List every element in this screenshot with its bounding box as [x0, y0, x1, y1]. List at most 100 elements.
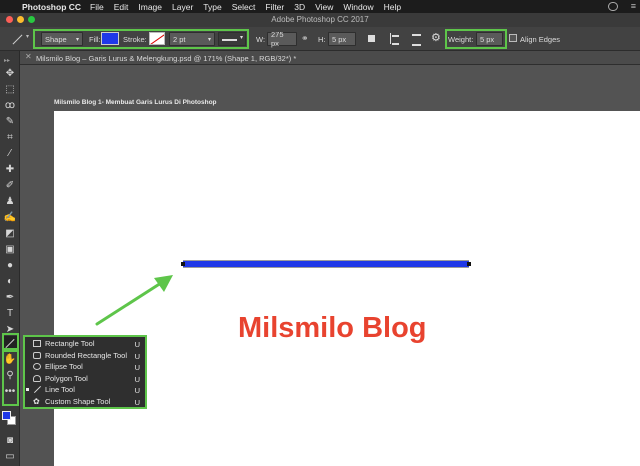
- eraser-icon[interactable]: ◩: [3, 227, 17, 241]
- menu-layer[interactable]: Layer: [172, 2, 193, 12]
- marquee-icon[interactable]: ⬚: [3, 83, 17, 97]
- height-label: H:: [318, 35, 326, 44]
- path-operations-icon[interactable]: [365, 32, 379, 46]
- menu-filter[interactable]: Filter: [265, 2, 284, 12]
- dodge-icon[interactable]: ◐: [3, 275, 17, 289]
- rectangle-icon: [33, 340, 41, 347]
- stroke-line-style-select[interactable]: ▾: [218, 32, 246, 46]
- window-titlebar: Adobe Photoshop CC 2017: [0, 13, 640, 27]
- tool-mode-select[interactable]: Shape ▾: [41, 32, 83, 46]
- quick-select-icon[interactable]: ✎: [3, 115, 17, 129]
- chevron-down-icon[interactable]: ▾: [26, 33, 29, 40]
- document-tab[interactable]: ✕ Milsmilo Blog – Garis Lurus & Melengku…: [20, 51, 640, 65]
- link-icon[interactable]: ⚭: [301, 33, 313, 43]
- menu-type[interactable]: Type: [203, 2, 221, 12]
- crop-icon[interactable]: ⌗: [3, 131, 17, 145]
- flyout-item-custom-shape[interactable]: ✿ Custom Shape Tool U: [25, 396, 145, 408]
- flyout-item-ellipse[interactable]: Ellipse Tool U: [25, 361, 145, 373]
- line-tool-preset-icon[interactable]: [10, 32, 24, 46]
- path-alignment-icon[interactable]: [388, 32, 402, 46]
- lasso-icon[interactable]: ꝏ: [3, 99, 17, 113]
- menu-file[interactable]: File: [90, 2, 104, 12]
- blue-line-shape[interactable]: [183, 261, 469, 267]
- canvas-heading: Milsmilo Blog: [238, 312, 427, 344]
- pen-icon[interactable]: ✒: [3, 291, 17, 305]
- shape-tools-flyout: Rectangle Tool U Rounded Rectangle Tool …: [23, 335, 147, 409]
- flyout-item-polygon[interactable]: Polygon Tool U: [25, 373, 145, 385]
- highlight-box-tools-column: [2, 350, 19, 406]
- shortcut-key: U: [134, 351, 140, 361]
- polygon-icon: [33, 374, 41, 382]
- blur-icon[interactable]: ●: [3, 259, 17, 273]
- width-input[interactable]: 275 px: [267, 30, 297, 48]
- chevron-down-icon: ▾: [207, 36, 211, 43]
- custom-shape-icon: ✿: [33, 396, 40, 406]
- highlight-box-line-tool: [2, 333, 19, 350]
- height-input[interactable]: 5 px: [328, 32, 356, 46]
- weight-value: 5 px: [480, 34, 495, 44]
- window-title: Adobe Photoshop CC 2017: [271, 15, 369, 24]
- shortcut-key: U: [134, 340, 140, 349]
- fill-label: Fill:: [89, 35, 101, 44]
- shortcut-key: U: [134, 374, 140, 384]
- collapse-panel-icon[interactable]: ▸▸: [4, 57, 10, 64]
- menu-window[interactable]: Window: [343, 2, 373, 12]
- height-value: 5 px: [332, 34, 347, 44]
- document-title: Milsmilo Blog – Garis Lurus & Melengkung…: [36, 54, 297, 63]
- flyout-item-rectangle[interactable]: Rectangle Tool U: [25, 338, 145, 350]
- menu-view[interactable]: View: [315, 2, 333, 12]
- eyedropper-icon[interactable]: ⁄: [3, 147, 17, 161]
- anchor-point-left[interactable]: [181, 262, 185, 266]
- chevron-down-icon: ▾: [75, 36, 79, 43]
- healing-brush-icon[interactable]: ✚: [3, 163, 17, 177]
- gear-icon[interactable]: ⚙: [431, 31, 441, 44]
- anchor-point-right[interactable]: [467, 262, 471, 266]
- flyout-item-label: Polygon Tool: [45, 373, 88, 383]
- menu-3d[interactable]: 3D: [294, 2, 305, 12]
- quick-mask-icon[interactable]: ◙: [3, 434, 17, 448]
- width-value: 275 px: [271, 30, 284, 48]
- rounded-rectangle-icon: [33, 351, 41, 359]
- width-label: W:: [256, 35, 266, 44]
- shortcut-key: U: [134, 397, 140, 407]
- close-icon[interactable]: ✕: [25, 52, 32, 61]
- canvas-caption: Milsmilo Blog 1- Membuat Garis Lurus Di …: [54, 99, 217, 106]
- options-bar: ▾ Shape ▾ Fill: Stroke: 2 pt ▾ ▾ W: 275 …: [0, 27, 640, 51]
- flyout-item-rounded-rectangle[interactable]: Rounded Rectangle Tool U: [25, 350, 145, 362]
- stroke-label: Stroke:: [123, 35, 147, 44]
- tool-mode-value: Shape: [45, 34, 67, 44]
- stroke-width-field[interactable]: 2 pt ▾: [169, 32, 215, 46]
- type-icon[interactable]: T: [3, 307, 17, 321]
- creative-cloud-icon[interactable]: [608, 2, 618, 11]
- move-icon[interactable]: ✥: [3, 67, 17, 81]
- flyout-item-label: Custom Shape Tool: [45, 396, 111, 406]
- clone-stamp-icon[interactable]: ♟: [3, 195, 17, 209]
- canvas-artwork: [181, 260, 471, 268]
- flyout-item-label: Rectangle Tool: [45, 339, 95, 349]
- stroke-width-value: 2 pt: [173, 34, 186, 44]
- menu-select[interactable]: Select: [232, 2, 256, 12]
- path-arrangement-icon[interactable]: [410, 32, 424, 46]
- weight-input[interactable]: 5 px: [476, 32, 503, 46]
- app-menu[interactable]: Photoshop CC: [22, 2, 81, 12]
- align-edges-label: Align Edges: [520, 35, 561, 44]
- menu-help[interactable]: Help: [384, 2, 401, 12]
- chevron-down-icon: ▾: [239, 35, 243, 41]
- flyout-item-label: Rounded Rectangle Tool: [45, 350, 128, 360]
- menu-edit[interactable]: Edit: [114, 2, 129, 12]
- brush-icon[interactable]: ✐: [3, 179, 17, 193]
- stroke-color-swatch[interactable]: [149, 32, 165, 45]
- screen-mode-icon[interactable]: ▭: [3, 450, 17, 464]
- flyout-item-line[interactable]: Line Tool U: [25, 384, 145, 396]
- document-canvas[interactable]: Milsmilo Blog: [54, 111, 640, 466]
- shortcut-key: U: [134, 363, 140, 372]
- history-brush-icon[interactable]: ✍: [3, 211, 17, 225]
- more-icon[interactable]: ≡: [631, 1, 636, 11]
- flyout-item-label: Line Tool: [45, 385, 75, 395]
- gradient-icon[interactable]: ▣: [3, 243, 17, 257]
- menu-image[interactable]: Image: [138, 2, 162, 12]
- foreground-color-swatch[interactable]: [2, 411, 11, 420]
- shortcut-key: U: [134, 386, 140, 395]
- fill-color-swatch[interactable]: [101, 32, 119, 45]
- align-edges-checkbox[interactable]: [509, 34, 517, 42]
